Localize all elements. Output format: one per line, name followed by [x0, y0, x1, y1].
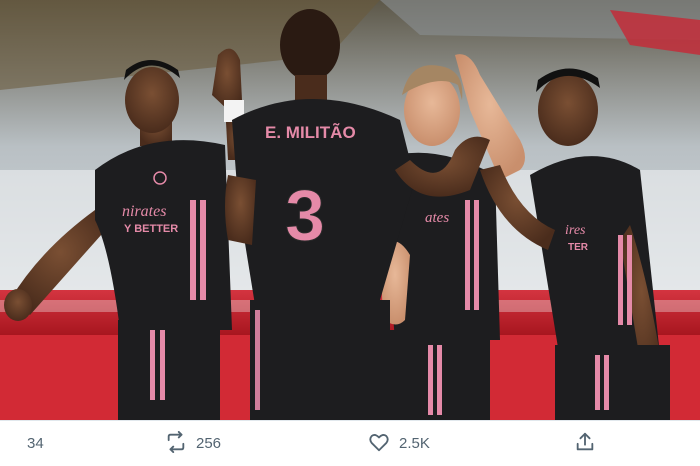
reply-button[interactable]: 34: [18, 421, 44, 466]
tweet-card: nirates Y BETTER ates E. MILITÃO 3 ires …: [0, 0, 700, 465]
share-icon: [574, 431, 596, 457]
jersey-name: E. MILITÃO: [265, 122, 356, 142]
svg-text:TER: TER: [568, 242, 589, 253]
heart-icon: [368, 431, 390, 457]
retweet-count: 256: [196, 435, 222, 452]
svg-text:Y BETTER: Y BETTER: [124, 223, 178, 235]
retweet-icon: [165, 430, 187, 457]
jersey-number: 3: [285, 176, 325, 256]
like-button[interactable]: 2.5K: [368, 421, 430, 466]
svg-text:ires: ires: [565, 223, 586, 238]
share-button[interactable]: [574, 421, 596, 466]
tweet-photo[interactable]: nirates Y BETTER ates E. MILITÃO 3 ires …: [0, 0, 700, 420]
sponsor-logo-left: nirates: [122, 203, 166, 220]
photo-scene: nirates Y BETTER ates E. MILITÃO 3 ires …: [0, 0, 700, 420]
svg-text:ates: ates: [425, 210, 449, 226]
retweet-button[interactable]: 256: [165, 421, 221, 466]
tweet-action-bar: 34 256 2.5K: [0, 420, 700, 465]
like-count: 2.5K: [399, 435, 430, 452]
reply-count: 34: [27, 435, 44, 452]
